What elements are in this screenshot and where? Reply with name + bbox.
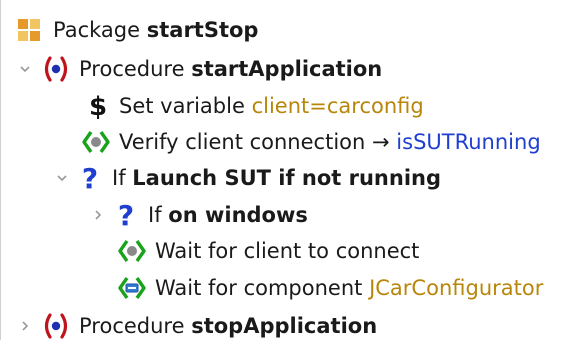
chevron-down-icon[interactable] (54, 170, 70, 186)
procedure-icon (41, 55, 71, 83)
node-name: Launch SUT if not running (132, 166, 442, 190)
node-kind: Procedure (79, 314, 185, 338)
node-name: startApplication (191, 57, 383, 81)
tree-node-if-launch-sut[interactable]: ? If Launch SUT if not running (54, 160, 441, 196)
procedure-icon (41, 312, 71, 340)
node-kind: Set variable (119, 94, 245, 118)
node-kind: If (148, 203, 162, 227)
wait-client-icon (117, 237, 147, 265)
tree-node-wait-for-component[interactable]: Wait for component JCarConfigurator (117, 270, 543, 306)
verify-connection-icon (81, 128, 111, 156)
dollar-icon: $ (87, 92, 109, 121)
node-kind: Verify client connection (119, 130, 366, 154)
node-kind: Package (53, 18, 141, 42)
component-id: JCarConfigurator (369, 276, 544, 300)
chevron-right-icon[interactable] (17, 318, 33, 334)
tree-node-set-variable[interactable]: $ Set variable client=carconfig (87, 88, 424, 124)
tree-node-verify-client-connection[interactable]: Verify client connection → isSUTRunning (81, 124, 541, 160)
tree-node-procedure-stopapplication[interactable]: Procedure stopApplication (17, 308, 377, 340)
tree-node-procedure-startapplication[interactable]: Procedure startApplication (17, 51, 382, 87)
procedure-link[interactable]: isSUTRunning (396, 130, 540, 154)
question-icon: ? (114, 200, 138, 230)
tree-node-wait-for-client[interactable]: Wait for client to connect (117, 233, 419, 269)
svg-text:?: ? (82, 163, 98, 193)
node-kind: If (112, 166, 126, 190)
package-icon (15, 16, 43, 44)
node-kind: Wait for component (155, 276, 363, 300)
variable-assignment: client=carconfig (251, 94, 424, 118)
node-name: startStop (146, 18, 259, 42)
wait-component-icon (117, 274, 147, 302)
svg-text:?: ? (118, 200, 134, 230)
chevron-down-icon[interactable] (17, 61, 33, 77)
node-name: stopApplication (191, 314, 378, 338)
node-kind: Procedure (79, 57, 185, 81)
question-icon: ? (78, 163, 102, 193)
node-kind: Wait for client to connect (155, 239, 420, 263)
svg-text:$: $ (89, 92, 107, 121)
node-name: on windows (168, 203, 308, 227)
test-suite-tree: Package startStop Procedure startApplica… (0, 0, 561, 340)
tree-node-package-startstop[interactable]: Package startStop (15, 12, 258, 48)
arrow-glyph: → (372, 130, 390, 154)
tree-node-if-on-windows[interactable]: ? If on windows (90, 197, 308, 233)
chevron-right-icon[interactable] (90, 207, 106, 223)
